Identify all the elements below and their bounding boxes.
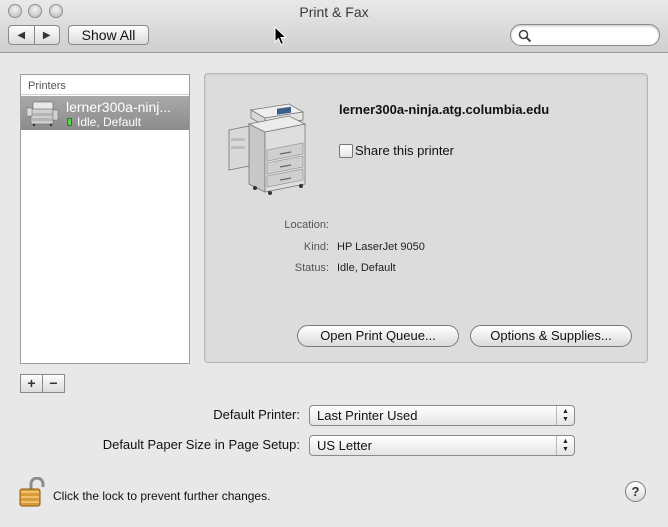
printer-icon (27, 101, 59, 127)
default-printer-label: Default Printer: (213, 407, 300, 422)
open-print-queue-button[interactable]: Open Print Queue... (297, 325, 459, 347)
lock-message: Click the lock to prevent further change… (53, 489, 271, 503)
add-remove-buttons: + − (20, 374, 65, 393)
printers-list[interactable]: Printers lerner300a-ninj... Idle, Defaul… (20, 74, 190, 364)
printer-list-item[interactable]: lerner300a-ninj... Idle, Default (21, 96, 189, 130)
options-supplies-button[interactable]: Options & Supplies... (470, 325, 632, 347)
lock-icon[interactable] (18, 477, 46, 507)
mouse-cursor-icon (274, 26, 288, 46)
printer-status-indicator (67, 118, 72, 126)
status-value: Idle, Default (337, 262, 396, 274)
popup-arrows-icon: ▲ ▼ (556, 406, 574, 425)
default-printer-value: Last Printer Used (317, 408, 418, 423)
default-printer-popup[interactable]: Last Printer Used ▲ ▼ (309, 405, 575, 426)
paper-size-label: Default Paper Size in Page Setup: (102, 437, 300, 452)
printers-list-header: Printers (21, 75, 189, 95)
popup-arrows-icon: ▲ ▼ (556, 436, 574, 455)
printer-detail-panel: lerner300a-ninja.atg.columbia.edu Share … (204, 73, 648, 363)
remove-printer-button[interactable]: − (42, 375, 64, 392)
show-all-button[interactable]: Show All (68, 25, 149, 45)
printer-list-item-status: Idle, Default (77, 115, 142, 129)
title-toolbar: Print & Fax ◀ ▶ Show All (0, 0, 668, 53)
print-fax-window: Print & Fax ◀ ▶ Show All Printers lerner… (0, 0, 668, 527)
back-arrow-icon: ◀ (17, 29, 26, 41)
printer-name-heading: lerner300a-ninja.atg.columbia.edu (339, 102, 550, 117)
paper-size-popup[interactable]: US Letter ▲ ▼ (309, 435, 575, 456)
search-icon (518, 29, 532, 43)
back-button[interactable]: ◀ (9, 26, 34, 44)
status-label: Status: (294, 262, 329, 274)
share-printer-label[interactable]: Share this printer (355, 143, 454, 158)
window-title: Print & Fax (299, 4, 369, 20)
large-printer-icon (228, 103, 307, 195)
kind-label: Kind: (303, 241, 329, 253)
add-printer-button[interactable]: + (21, 375, 42, 392)
navigation-buttons: ◀ ▶ (8, 25, 60, 45)
search-input[interactable] (535, 27, 653, 43)
forward-button[interactable]: ▶ (33, 26, 60, 44)
paper-size-value: US Letter (317, 438, 372, 453)
help-button[interactable]: ? (625, 481, 646, 502)
location-label: Location: (284, 219, 329, 231)
forward-arrow-icon: ▶ (42, 29, 51, 41)
share-printer-checkbox[interactable] (339, 144, 353, 158)
printer-list-item-name: lerner300a-ninj... (66, 99, 172, 115)
kind-value: HP LaserJet 9050 (337, 241, 425, 253)
search-field[interactable] (510, 24, 660, 46)
